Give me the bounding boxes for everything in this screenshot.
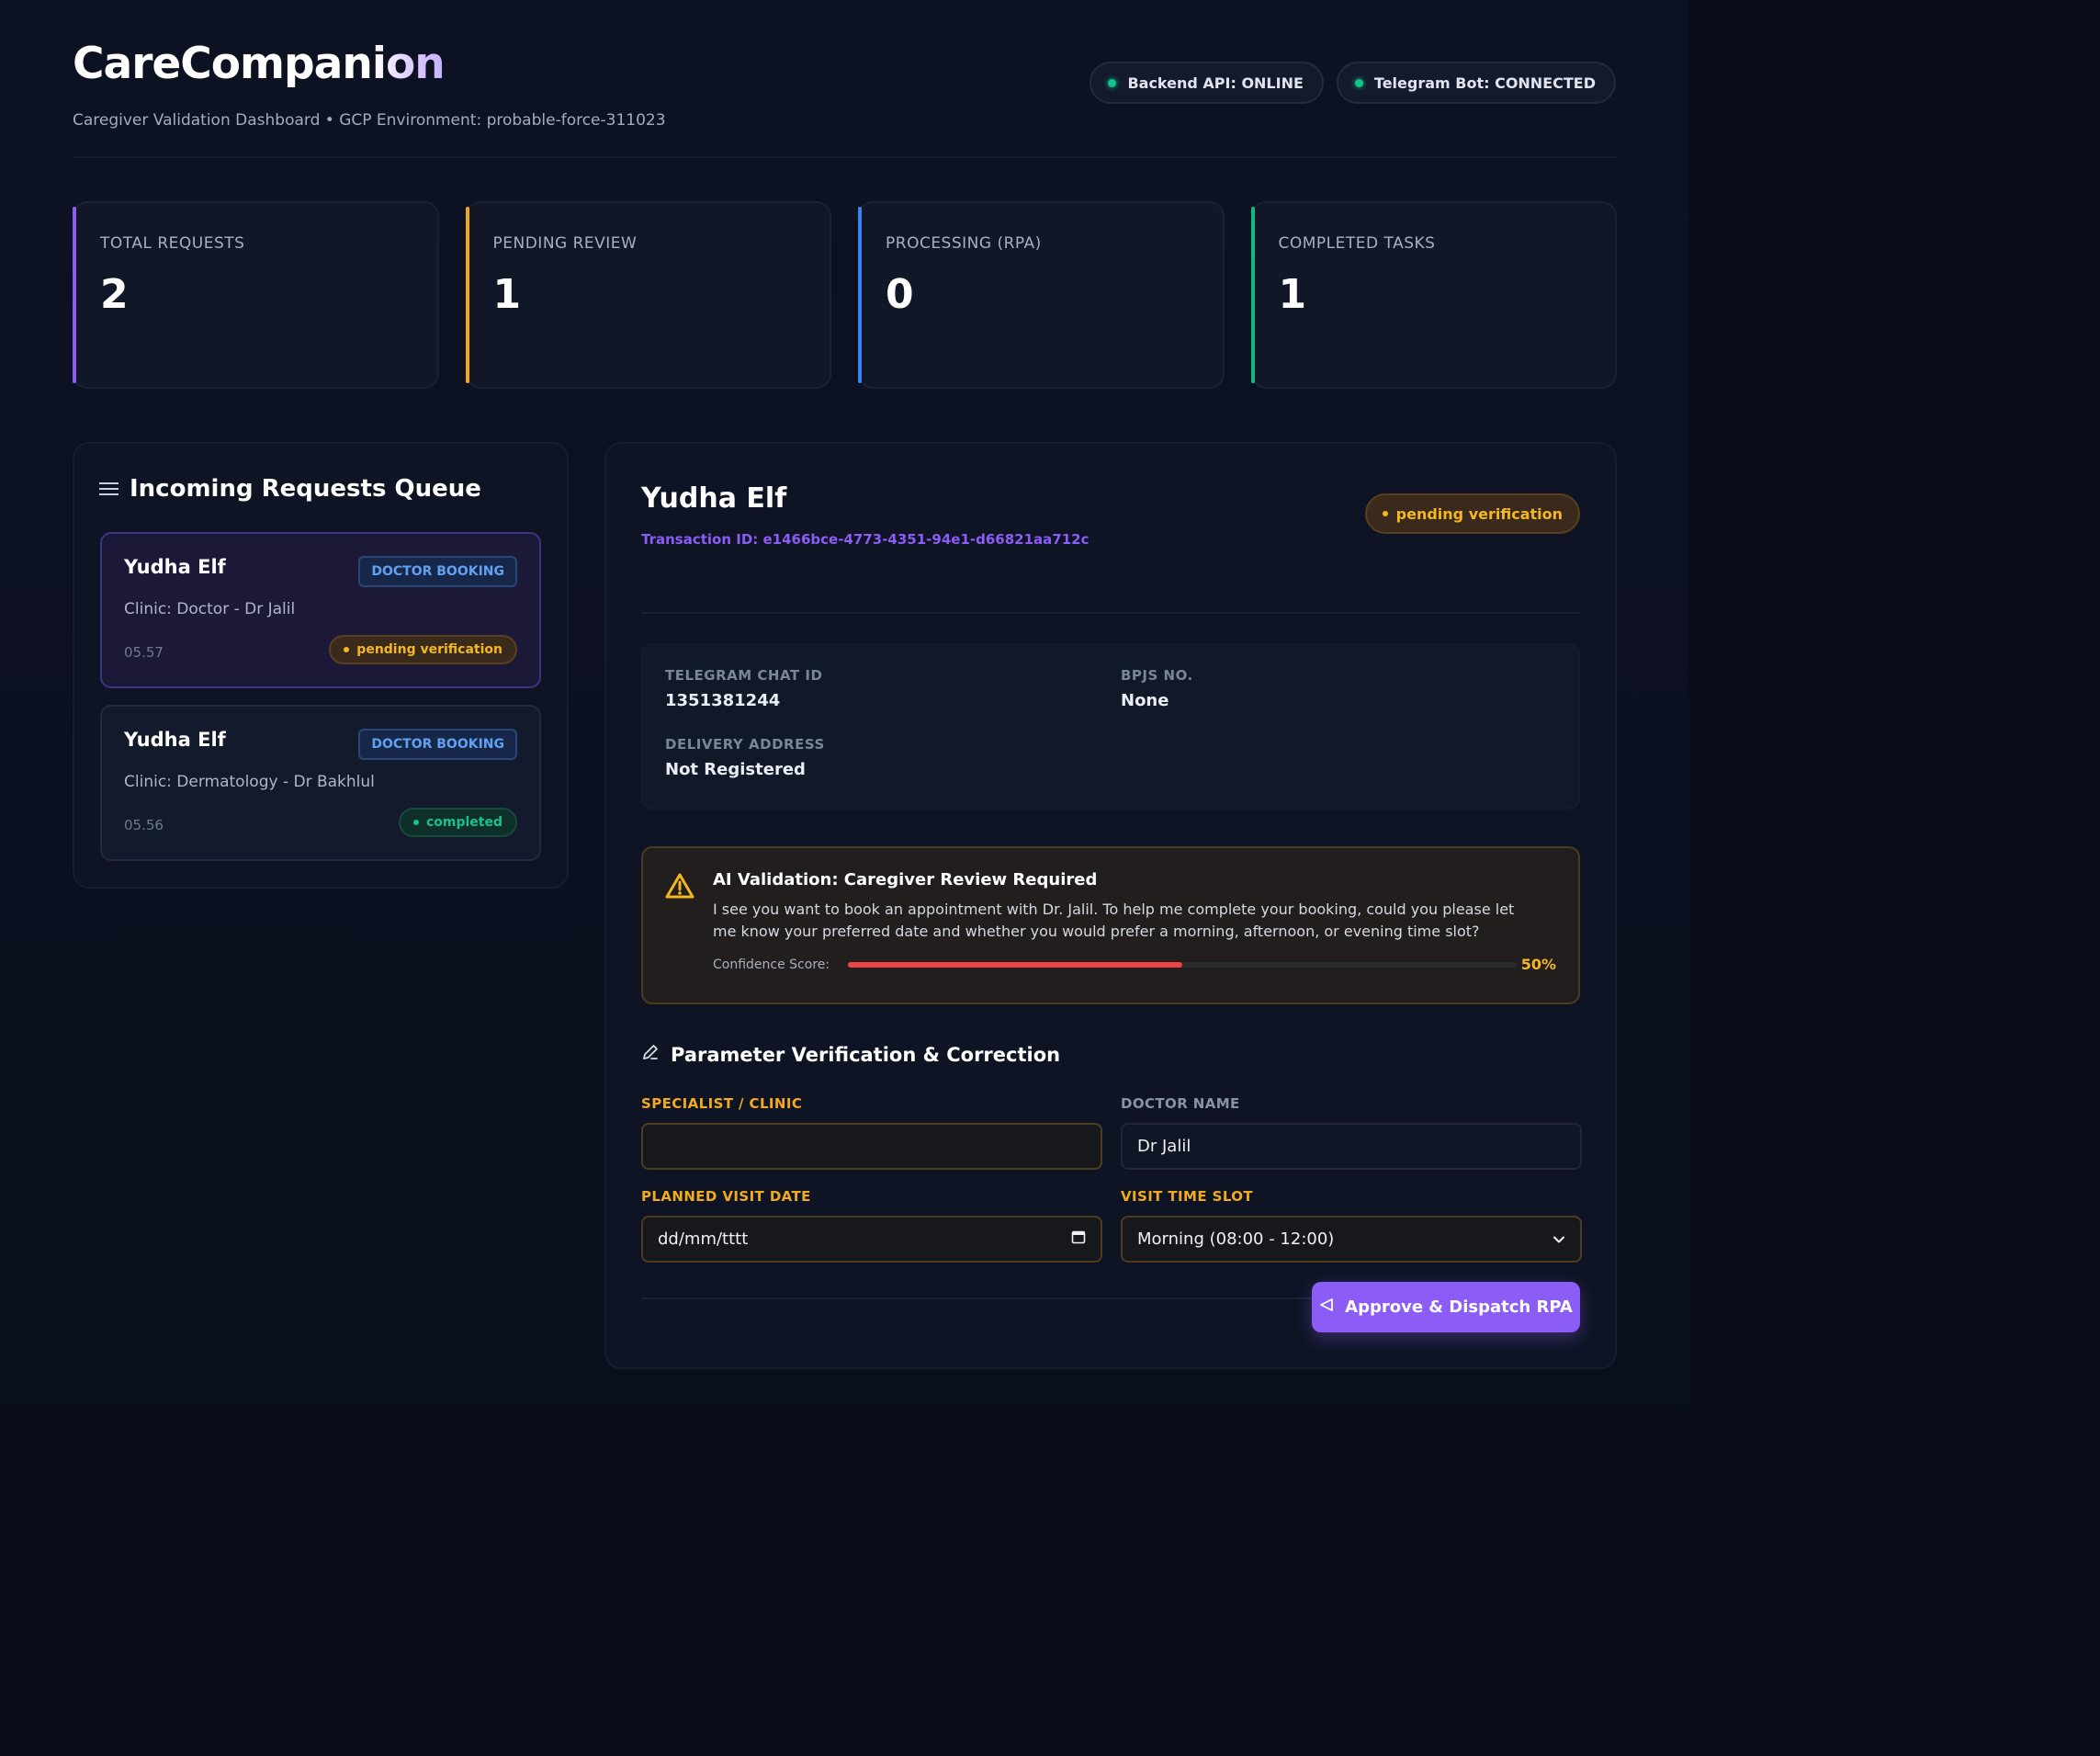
status-dot-icon: [1382, 511, 1388, 516]
stat-total-requests: TOTAL REQUESTS 2: [73, 201, 439, 389]
patient-info-box: TELEGRAM CHAT ID 1351381244 BPJS NO. Non…: [641, 643, 1580, 810]
telegram-chat-id: TELEGRAM CHAT ID 1351381244: [665, 667, 823, 710]
stats-row: TOTAL REQUESTS 2 PENDING REVIEW 1 PROCES…: [73, 201, 1617, 389]
telegram-status-pill: Telegram Bot: CONNECTED: [1336, 62, 1616, 104]
doctor-label: DOCTOR NAME: [1121, 1095, 1240, 1112]
confidence-row: Confidence Score: 50%: [713, 956, 1556, 973]
detail-header: Yudha Elf Transaction ID: e1466bce-4773-…: [641, 482, 1580, 614]
page-subtitle: Caregiver Validation Dashboard • GCP Env…: [73, 111, 666, 130]
date-field-group: PLANNED VISIT DATE dd/mm/tttt: [641, 1188, 1102, 1263]
request-clinic: Clinic: Dermatology - Dr Bakhlul: [124, 773, 375, 791]
slot-field-group: VISIT TIME SLOT Morning (08:00 - 12:00): [1121, 1188, 1582, 1263]
ai-validation-message: I see you want to book an appointment wi…: [713, 901, 1515, 940]
visit-date-input[interactable]: dd/mm/tttt: [641, 1216, 1102, 1263]
status-dot-icon: [344, 647, 350, 652]
status-badge: pending verification: [1364, 493, 1580, 534]
confidence-label: Confidence Score:: [713, 957, 830, 972]
specialist-field-group: SPECIALIST / CLINIC: [641, 1095, 1102, 1170]
confidence-bar-fill: [848, 961, 1183, 968]
send-icon: [1319, 1297, 1334, 1317]
backend-status-label: Backend API: ONLINE: [1127, 74, 1304, 92]
status-dot-icon: [412, 820, 419, 825]
list-icon: [99, 481, 119, 496]
ai-validation-title: AI Validation: Caregiver Review Required: [713, 870, 1098, 889]
time-slot-select[interactable]: Morning (08:00 - 12:00): [1121, 1216, 1582, 1263]
stat-processing-rpa: PROCESSING (RPA) 0: [858, 201, 1225, 389]
status-indicators: Backend API: ONLINE Telegram Bot: CONNEC…: [1090, 62, 1616, 104]
ai-validation-box: AI Validation: Caregiver Review Required…: [641, 846, 1580, 1004]
stat-value: 0: [886, 271, 914, 318]
confidence-value: 50%: [1520, 956, 1556, 973]
request-card[interactable]: Yudha Elf DOCTOR BOOKING Clinic: Dermato…: [100, 705, 541, 861]
request-time: 05.56: [124, 817, 164, 833]
request-clinic: Clinic: Doctor - Dr Jalil: [124, 600, 296, 618]
delivery-address: DELIVERY ADDRESS Not Registered: [665, 735, 825, 779]
queue-title-text: Incoming Requests Queue: [130, 475, 481, 503]
chevron-down-icon: [1552, 1229, 1565, 1249]
stat-pending-review: PENDING REVIEW 1: [465, 201, 831, 389]
warning-icon: [665, 872, 694, 903]
specialist-label: SPECIALIST / CLINIC: [641, 1095, 803, 1112]
stat-label: COMPLETED TASKS: [1278, 234, 1436, 253]
specialist-input[interactable]: [641, 1123, 1102, 1170]
status-badge: pending verification: [329, 635, 517, 664]
pencil-icon: [641, 1043, 660, 1066]
calendar-icon[interactable]: [1071, 1229, 1086, 1249]
request-card[interactable]: Yudha Elf DOCTOR BOOKING Clinic: Doctor …: [100, 532, 541, 688]
doctor-field-group: DOCTOR NAME Dr Jalil: [1121, 1095, 1582, 1170]
parameter-fields: SPECIALIST / CLINIC DOCTOR NAME Dr Jalil…: [641, 1095, 1582, 1263]
bpjs-number: BPJS NO. None: [1121, 667, 1193, 710]
telegram-status-label: Telegram Bot: CONNECTED: [1373, 74, 1596, 92]
page-header: CareCompanion Caregiver Validation Dashb…: [73, 39, 1616, 158]
request-type-badge: DOCTOR BOOKING: [358, 729, 517, 760]
confidence-bar: [848, 961, 1518, 968]
online-dot-icon: [1354, 78, 1363, 87]
queue-title: Incoming Requests Queue: [99, 475, 541, 503]
stat-value: 1: [1278, 271, 1307, 318]
stat-value: 1: [492, 271, 522, 318]
request-time: 05.57: [124, 644, 164, 661]
date-label: PLANNED VISIT DATE: [641, 1188, 811, 1205]
stat-label: PENDING REVIEW: [492, 234, 638, 253]
stat-label: TOTAL REQUESTS: [100, 234, 245, 253]
parameter-section-title: Parameter Verification & Correction: [641, 1043, 1580, 1066]
stat-value: 2: [100, 271, 129, 318]
online-dot-icon: [1108, 78, 1117, 87]
requests-queue-panel: Incoming Requests Queue Yudha Elf DOCTOR…: [73, 442, 569, 889]
backend-status-pill: Backend API: ONLINE: [1090, 62, 1324, 104]
approve-dispatch-button[interactable]: Approve & Dispatch RPA: [1312, 1282, 1580, 1332]
doctor-name-input[interactable]: Dr Jalil: [1121, 1123, 1582, 1170]
request-type-badge: DOCTOR BOOKING: [358, 556, 517, 587]
slot-label: VISIT TIME SLOT: [1121, 1188, 1254, 1205]
stat-completed-tasks: COMPLETED TASKS 1: [1250, 201, 1617, 389]
app-root: CareCompanion Caregiver Validation Dashb…: [0, 0, 1688, 1407]
status-badge: completed: [398, 808, 517, 837]
request-detail-panel: Yudha Elf Transaction ID: e1466bce-4773-…: [604, 442, 1617, 1369]
stat-label: PROCESSING (RPA): [886, 234, 1042, 253]
